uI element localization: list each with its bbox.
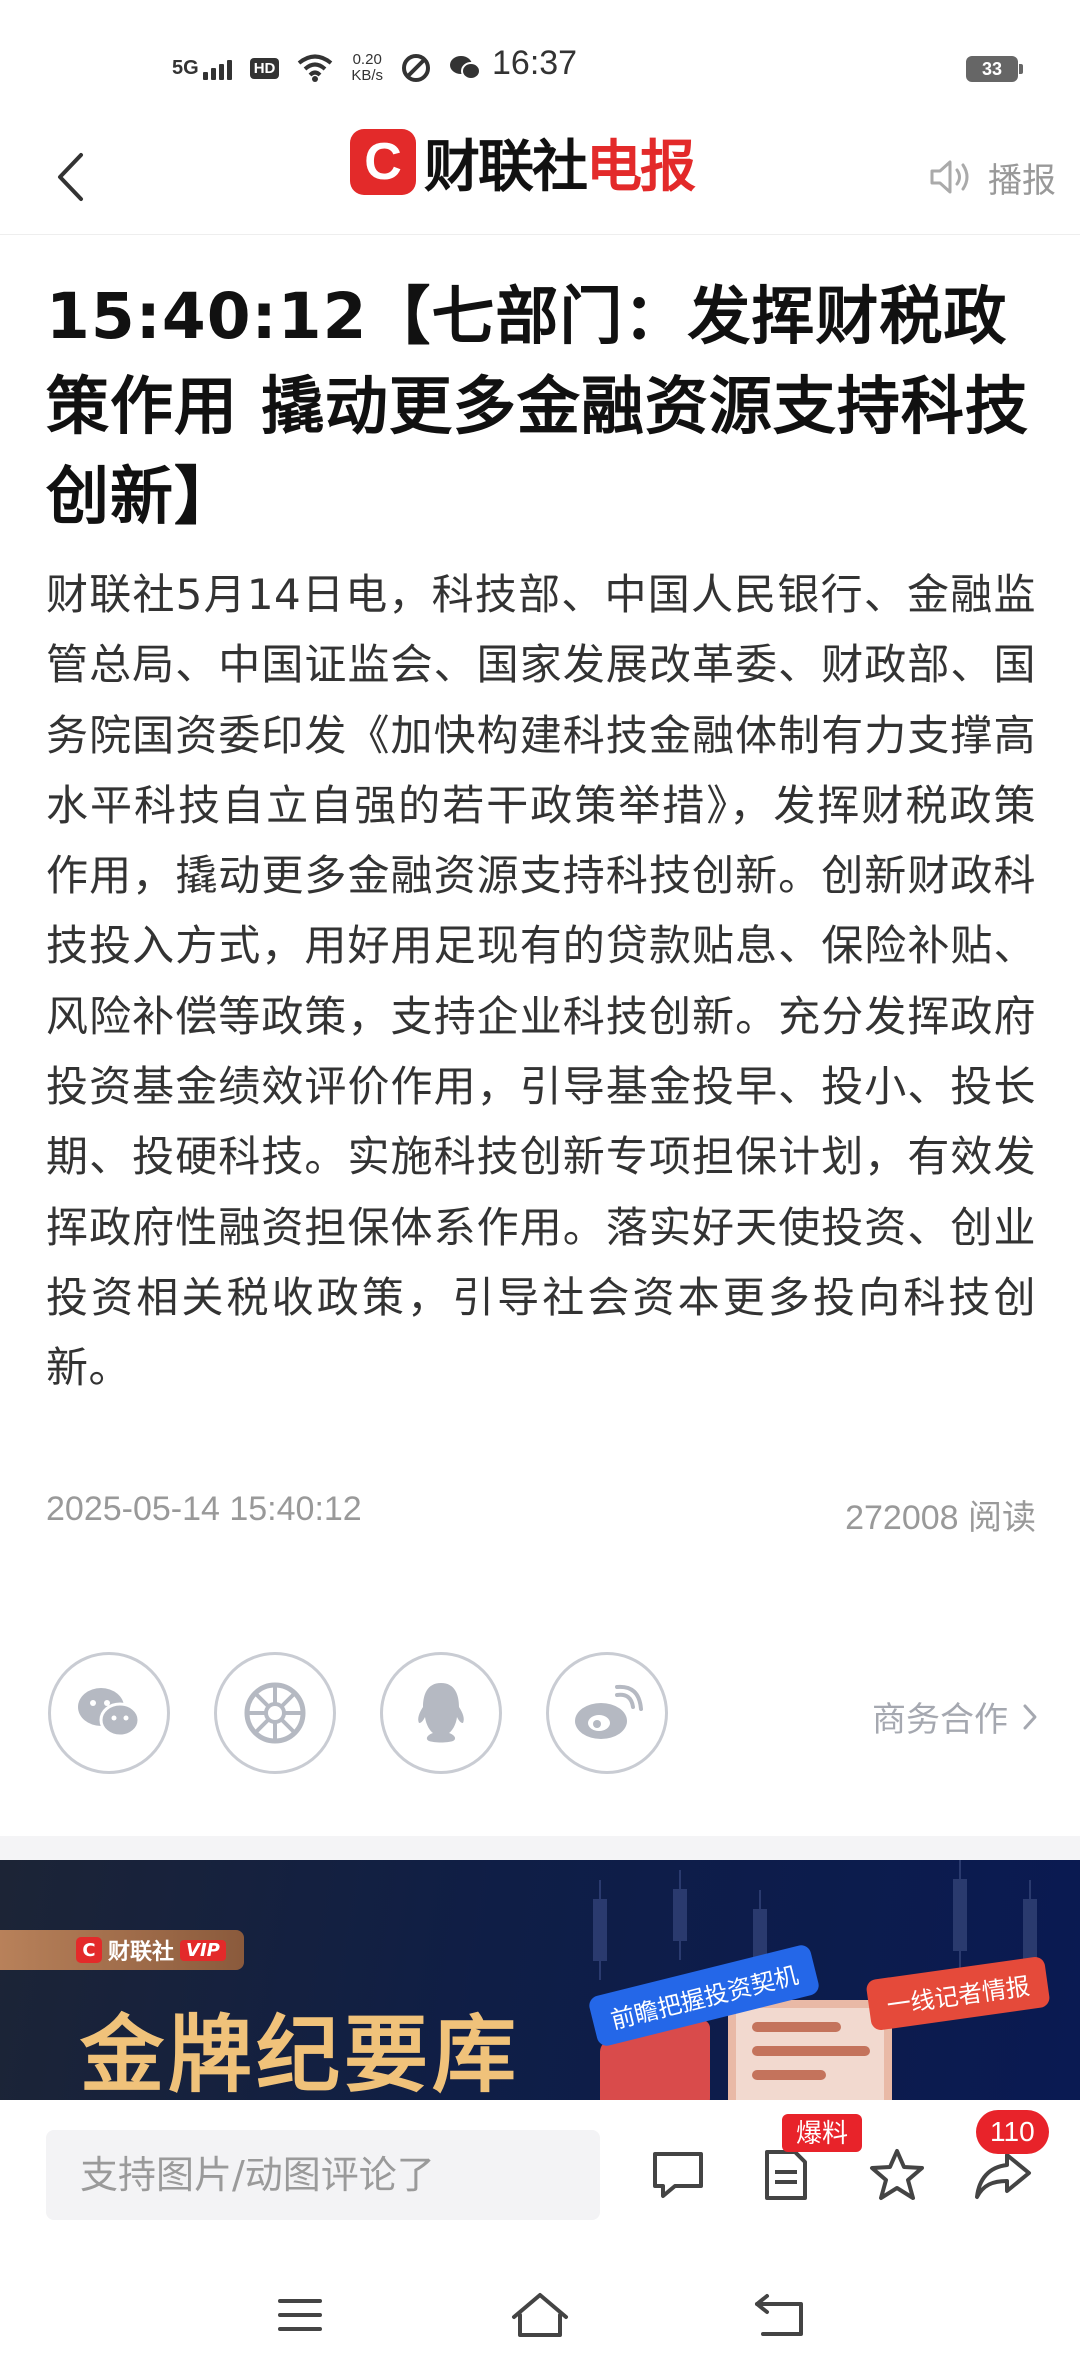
logo-text: 财联社电报 [424, 134, 696, 200]
article-headline: 15:40:12【七部门：发挥财税政策作用 撬动更多金融资源支持科技创新】 [46, 280, 1029, 533]
speaker-icon [930, 160, 969, 194]
clock: 16:37 [492, 44, 578, 82]
moments-icon [244, 1682, 306, 1744]
publish-datetime: 2025-05-14 15:40:12 [46, 1490, 362, 1528]
vip-badge: C 财联社 VIP [0, 1930, 244, 1970]
comment-icon [653, 2152, 703, 2198]
logo-mark: C [350, 129, 416, 195]
qq-icon [418, 1683, 464, 1743]
hd-icon: HD [249, 57, 280, 79]
star-icon [870, 2149, 924, 2200]
share-weibo-button[interactable] [546, 1652, 668, 1774]
battery-icon: 33 [966, 56, 1023, 82]
wechat-status-icon [450, 56, 482, 80]
network-speed: 0.20 KB/s [351, 51, 384, 84]
article: 15:40:12【七部门：发挥财税政策作用 撬动更多金融资源支持科技创新】 财联… [46, 272, 1036, 1404]
wifi-icon [298, 54, 333, 82]
comment-input[interactable] [46, 2130, 600, 2220]
back-button[interactable] [40, 142, 100, 212]
vip-logo-icon: C [76, 1937, 102, 1963]
broadcast-label: 播报 [988, 160, 1056, 201]
promo-banner[interactable]: C 财联社 VIP 金牌纪要库 前瞻把握投资契机 一线记者情报 [0, 1860, 1080, 2100]
signal-icon: 5G [172, 57, 232, 80]
document-decoration [728, 2000, 892, 2100]
share-count-badge: 110 [976, 2110, 1049, 2154]
article-body: 财联社5月14日电，科技部、中国人民银行、金融监管总局、中国证监会、国家发展改革… [46, 570, 1036, 1393]
status-bar: 5G HD 0.20 KB/s 16:37 33 [0, 0, 1080, 135]
business-cooperation-link[interactable]: 商务合作 [872, 1692, 1038, 1741]
menu-icon [278, 2299, 322, 2331]
vip-brand: 财联社 [108, 1940, 175, 1965]
nav-bar: C 财联社电报 播报 [0, 120, 1080, 235]
share-row [48, 1652, 668, 1774]
banner-title: 金牌纪要库 [80, 2006, 521, 2100]
back-system-button[interactable] [740, 2280, 820, 2350]
page: 5G HD 0.20 KB/s 16:37 33 C 财联社电报 播报 15:4… [0, 0, 1080, 2376]
favorite-button[interactable] [862, 2140, 932, 2210]
comment-button[interactable] [643, 2140, 713, 2210]
home-button[interactable] [500, 2280, 580, 2350]
share-arrow-icon [975, 2153, 1031, 2199]
wechat-icon [78, 1688, 141, 1738]
sync-icon [402, 54, 431, 82]
share-wechat-button[interactable] [48, 1652, 170, 1774]
read-count: 272008 阅读 [845, 1499, 1036, 1537]
vip-tag: VIP [180, 1939, 226, 1961]
chevron-right-icon [1023, 1704, 1037, 1729]
article-meta: 2025-05-14 15:40:12 272008 阅读 [46, 1490, 1036, 1539]
weibo-icon [575, 1684, 643, 1739]
share-moments-button[interactable] [214, 1652, 336, 1774]
network-type: 5G [172, 56, 199, 79]
report-doc-icon [765, 2150, 807, 2200]
section-divider [0, 1836, 1080, 1860]
bottom-action-bar: 爆料 110 [0, 2100, 1080, 2250]
share-qq-button[interactable] [380, 1652, 502, 1774]
return-icon [755, 2294, 803, 2336]
status-icons: 5G HD 0.20 KB/s [172, 48, 482, 88]
app-logo: C 财联社电报 [350, 127, 696, 200]
report-badge: 爆料 [782, 2114, 863, 2152]
system-navigation [0, 2250, 1080, 2376]
chevron-left-icon [58, 153, 83, 201]
menu-button[interactable] [260, 2280, 340, 2350]
broadcast-button[interactable]: 播报 [928, 142, 1056, 212]
business-cooperation-label: 商务合作 [872, 1700, 1008, 1740]
home-icon [512, 2293, 568, 2337]
